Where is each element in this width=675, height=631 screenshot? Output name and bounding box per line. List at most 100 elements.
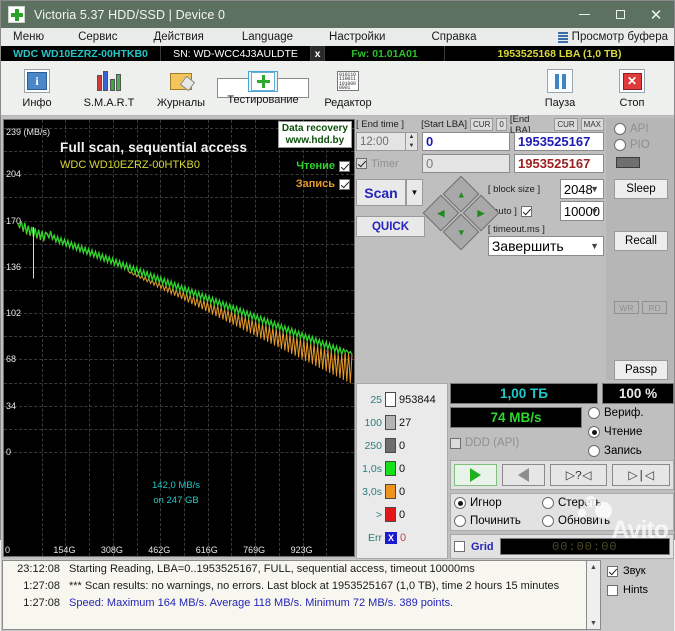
sound-option[interactable]: Звук — [607, 565, 673, 577]
timeout-select[interactable]: 10000 ▼ — [559, 201, 604, 221]
toolbar-pause[interactable]: Пауза — [524, 61, 596, 115]
end-time-stepper[interactable]: 12:00 ▲ ▼ — [356, 132, 418, 151]
menu-item-language[interactable]: Language — [236, 31, 299, 43]
step-query-icon[interactable]: ▷?◁ — [549, 464, 608, 486]
play-icon[interactable] — [454, 464, 497, 486]
legend-read[interactable]: Чтение — [296, 160, 350, 172]
rd-button[interactable]: RD — [642, 301, 667, 314]
speed-graph[interactable]: 239 (MB/s) 204 170 136 102 68 34 0 0 154G 308G 462… — [3, 119, 355, 557]
graph-panel: 239 (MB/s) 204 170 136 102 68 34 0 0 154G 308G 462… — [1, 116, 355, 559]
start-lba-cur-button[interactable]: CUR — [470, 118, 494, 131]
block-size-select[interactable]: 2048 ▼ — [559, 179, 604, 199]
toolbar-info[interactable]: i Инфо — [1, 61, 73, 115]
menu-item-menu[interactable]: Меню — [7, 31, 50, 43]
log-scrollbar[interactable]: ▲ ▼ — [587, 560, 601, 630]
maximize-button[interactable] — [602, 1, 638, 28]
verify-radio[interactable] — [588, 407, 600, 419]
skip-start-icon[interactable]: ▷|◁ — [612, 464, 671, 486]
ignore-radio[interactable] — [454, 497, 466, 509]
toolbar-logs[interactable]: Журналы — [145, 61, 217, 115]
write-radio[interactable] — [588, 445, 600, 457]
hdd-by-badge[interactable]: Data recovery www.hdd.by — [277, 121, 352, 148]
mode-read[interactable]: Чтение — [588, 426, 674, 438]
mode-verify[interactable]: Вериф. — [588, 407, 674, 419]
percent-readout: 100 % — [602, 383, 674, 404]
wr-button[interactable]: WR — [614, 301, 639, 314]
timer-toggle[interactable]: Timer — [356, 158, 418, 170]
stat-key: > — [375, 508, 382, 521]
scroll-down-icon[interactable]: ▼ — [590, 617, 597, 629]
quick-button[interactable]: QUICK — [356, 216, 425, 237]
hints-option[interactable]: Hints — [607, 584, 673, 596]
menu-item-settings[interactable]: Настройки — [323, 31, 391, 43]
toolbar: i Инфо S.M.A.R.T Журналы Тестирование 01… — [1, 61, 674, 116]
mode-write[interactable]: Запись — [588, 445, 674, 457]
legend-write[interactable]: Запись — [296, 178, 350, 190]
scan-button[interactable]: Scan — [356, 179, 406, 206]
action-refresh[interactable]: Обновить — [542, 515, 610, 527]
y-axis-label: 136 — [6, 261, 22, 272]
scan-dropdown-button[interactable]: ▼ — [406, 179, 423, 206]
refresh-radio[interactable] — [542, 515, 554, 527]
info-icon: i — [22, 68, 52, 95]
menu-item-help[interactable]: Справка — [425, 31, 482, 43]
pio-radio[interactable] — [614, 139, 626, 151]
end-lba-cur-button[interactable]: CUR — [554, 118, 578, 131]
hints-checkbox[interactable] — [607, 584, 618, 596]
auto-checkbox[interactable] — [520, 205, 532, 217]
api-radio[interactable] — [614, 123, 626, 135]
buffer-view-button[interactable]: Просмотр буфера — [554, 31, 674, 43]
defect-actions: Игнор Стереть Починить Обновить — [450, 493, 674, 531]
finish-action-select[interactable]: Завершить ▼ — [487, 236, 604, 256]
passp-button[interactable]: Passp — [614, 360, 668, 380]
toolbar-stop[interactable]: ✕ Стоп — [596, 61, 668, 115]
legend-read-checkbox[interactable] — [339, 160, 350, 172]
sleep-button[interactable]: Sleep — [614, 179, 668, 199]
toolbar-editor[interactable]: 010110 110011 101000 0001 Редактор — [309, 61, 387, 115]
stop-x-icon: ✕ — [617, 68, 647, 95]
timer-checkbox[interactable] — [356, 158, 367, 169]
toolbar-testing[interactable]: Тестирование — [217, 70, 309, 106]
toolbar-testing-label: Тестирование — [227, 93, 299, 106]
end-lba-input[interactable]: 1953525167 — [514, 132, 604, 151]
x-axis-label: 923G — [290, 545, 313, 555]
action-erase[interactable]: Стереть — [542, 497, 602, 509]
minimize-button[interactable] — [566, 1, 602, 28]
device-serial: SN: WD-WCC4J3AULDTE — [161, 46, 311, 61]
end-time-arrows[interactable]: ▲ ▼ — [405, 133, 417, 150]
repair-radio[interactable] — [454, 515, 466, 527]
rewind-icon[interactable] — [501, 464, 545, 486]
log-area: 23:12:08 Starting Reading, LBA=0..1953525… — [1, 496, 674, 631]
navigation-dpad[interactable]: ▲ ◀ ▶ ▼ — [422, 175, 500, 251]
legend-read-label: Чтение — [296, 160, 335, 172]
ddd-option[interactable]: DDD (API) — [450, 437, 582, 449]
log-message: Speed: Maximum 164 MB/s. Average 118 MB/… — [69, 597, 454, 609]
pio-option[interactable]: PIO — [614, 139, 668, 151]
graph-title: Full scan, sequential access — [60, 140, 248, 155]
log-list[interactable]: 23:12:08 Starting Reading, LBA=0..1953525… — [2, 560, 587, 630]
menu-item-service[interactable]: Сервис — [72, 31, 123, 43]
timeout-label: [ timeout.ms ] — [487, 224, 545, 235]
close-button[interactable]: ✕ — [638, 1, 674, 28]
read-radio[interactable] — [588, 426, 600, 438]
action-repair[interactable]: Починить — [454, 515, 542, 527]
action-ignore[interactable]: Игнор — [454, 497, 542, 509]
ignore-label: Игнор — [470, 497, 502, 509]
grid-checkbox[interactable] — [454, 541, 465, 552]
device-capacity: 1953525168 LBA (1,0 TB) — [497, 47, 622, 60]
api-option[interactable]: API — [614, 123, 668, 135]
start-lba-zero-button[interactable]: 0 — [496, 118, 507, 131]
start-lba-input[interactable]: 0 — [422, 132, 510, 151]
erase-radio[interactable] — [542, 497, 554, 509]
scroll-up-icon[interactable]: ▲ — [590, 561, 597, 573]
sound-checkbox[interactable] — [607, 565, 618, 577]
ddd-checkbox[interactable] — [450, 437, 461, 449]
end-lba-max-button[interactable]: MAX — [580, 118, 605, 131]
menu-item-actions[interactable]: Действия — [147, 31, 209, 43]
auto-toggle[interactable]: [ auto ] — [488, 205, 560, 217]
toolbar-smart[interactable]: S.M.A.R.T — [73, 61, 145, 115]
device-close-button[interactable]: x — [311, 46, 325, 61]
log-message: Starting Reading, LBA=0..1953525167, FUL… — [69, 563, 475, 575]
recall-button[interactable]: Recall — [614, 231, 668, 251]
legend-write-checkbox[interactable] — [339, 178, 350, 190]
